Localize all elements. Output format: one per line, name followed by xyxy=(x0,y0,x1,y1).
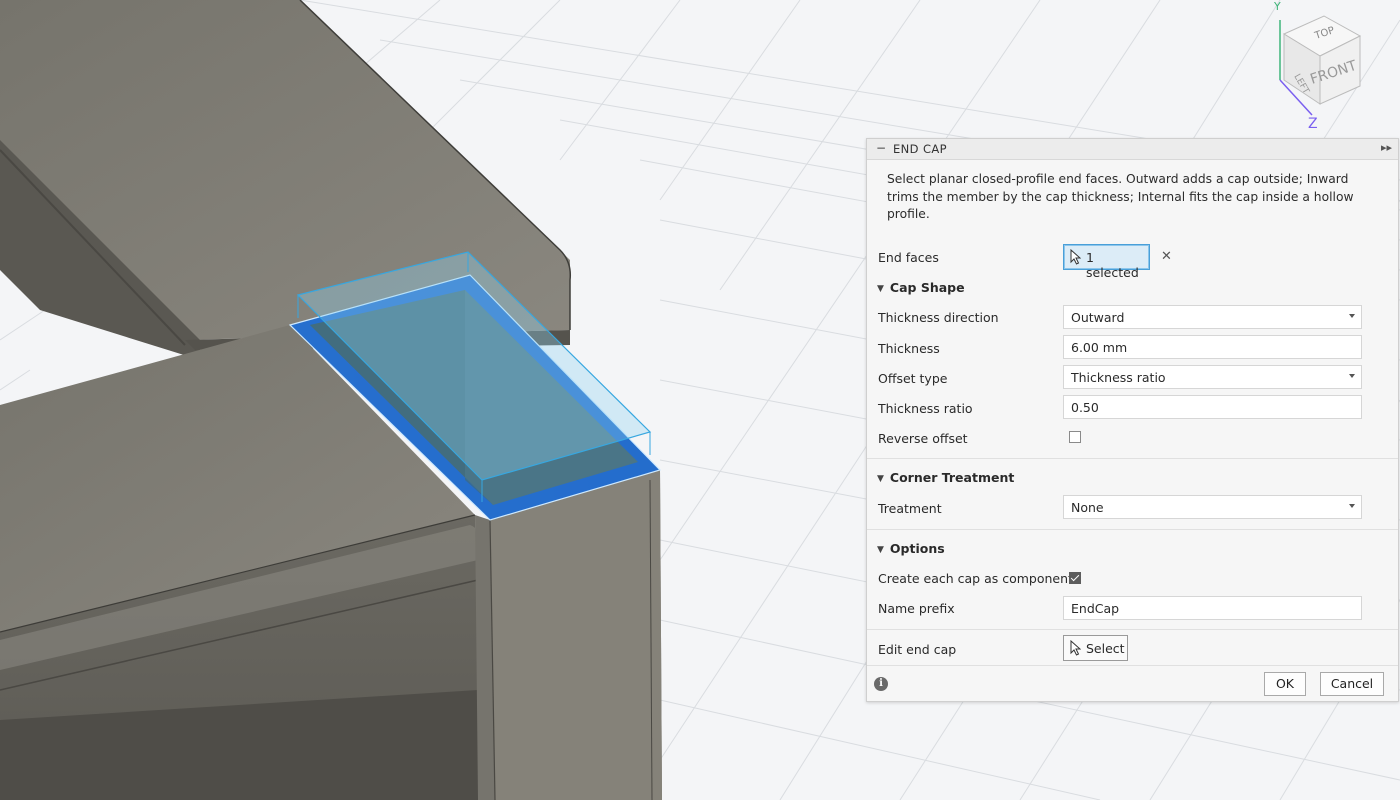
section-corner-treatment[interactable]: ▼ Corner Treatment xyxy=(877,470,1014,485)
thickness-direction-label: Thickness direction xyxy=(878,310,999,325)
name-prefix-input[interactable]: EndCap xyxy=(1063,596,1362,620)
triangle-down-icon: ▼ xyxy=(877,545,884,555)
thickness-label: Thickness xyxy=(878,341,940,356)
end-faces-selection-button[interactable]: 1 selected xyxy=(1063,244,1150,280)
end-cap-dialog: − END CAP ▸▸ Select planar closed-profil… xyxy=(866,138,1399,702)
treatment-value: None xyxy=(1071,500,1104,515)
dialog-title: END CAP xyxy=(893,142,948,156)
dropdown-arrow-icon xyxy=(1349,374,1355,378)
ok-button[interactable]: OK xyxy=(1264,672,1306,696)
y-axis-label: Y xyxy=(1273,0,1281,13)
dropdown-arrow-icon xyxy=(1349,314,1355,318)
edit-end-cap-select-button[interactable]: Select xyxy=(1063,635,1128,661)
z-axis-label: Z xyxy=(1308,116,1318,132)
offset-type-label: Offset type xyxy=(878,371,948,386)
thickness-ratio-input[interactable]: 0.50 xyxy=(1063,395,1362,419)
thickness-ratio-value: 0.50 xyxy=(1071,400,1099,415)
info-icon[interactable]: i xyxy=(874,677,888,691)
divider xyxy=(867,529,1398,530)
offset-type-value: Thickness ratio xyxy=(1071,370,1166,385)
end-faces-value: 1 selected xyxy=(1086,250,1139,280)
section-cap-shape[interactable]: ▼ Cap Shape xyxy=(877,280,965,295)
cap-shape-header: Cap Shape xyxy=(889,280,965,295)
thickness-direction-value: Outward xyxy=(1071,310,1125,325)
name-prefix-label: Name prefix xyxy=(878,601,955,616)
divider xyxy=(867,458,1398,459)
offset-type-dropdown[interactable]: Thickness ratio xyxy=(1063,365,1362,389)
treatment-label: Treatment xyxy=(878,501,942,516)
dialog-header: − END CAP ▸▸ xyxy=(867,139,1398,160)
name-prefix-value: EndCap xyxy=(1071,601,1120,616)
cursor-icon xyxy=(1070,248,1082,268)
triangle-down-icon: ▼ xyxy=(877,284,884,294)
create-component-label: Create each cap as component xyxy=(878,571,1073,586)
section-options[interactable]: ▼ Options xyxy=(877,541,945,556)
treatment-dropdown[interactable]: None xyxy=(1063,495,1362,519)
edit-end-cap-label: Edit end cap xyxy=(878,642,957,657)
create-component-checkbox[interactable] xyxy=(1069,572,1081,584)
edit-end-cap-button-label: Select xyxy=(1086,641,1125,656)
thickness-value: 6.00 mm xyxy=(1071,340,1128,355)
expand-icon[interactable]: ▸▸ xyxy=(1381,141,1392,154)
reverse-offset-label: Reverse offset xyxy=(878,431,968,446)
collapse-icon[interactable]: − xyxy=(876,141,886,155)
divider xyxy=(867,629,1398,630)
end-faces-label: End faces xyxy=(878,250,939,265)
cursor-icon xyxy=(1070,639,1082,659)
thickness-ratio-label: Thickness ratio xyxy=(878,401,973,416)
triangle-down-icon: ▼ xyxy=(877,474,884,484)
thickness-direction-dropdown[interactable]: Outward xyxy=(1063,305,1362,329)
viewcube[interactable]: Y Z TOP FRONT LEFT xyxy=(1262,0,1382,132)
dropdown-arrow-icon xyxy=(1349,504,1355,508)
reverse-offset-checkbox[interactable] xyxy=(1069,431,1081,443)
cancel-button[interactable]: Cancel xyxy=(1320,672,1384,696)
options-header: Options xyxy=(889,541,945,556)
corner-treatment-header: Corner Treatment xyxy=(889,470,1015,485)
dialog-description: Select planar closed-profile end faces. … xyxy=(887,172,1354,221)
clear-selection-icon[interactable]: ✕ xyxy=(1161,249,1172,264)
divider xyxy=(867,665,1398,666)
thickness-input[interactable]: 6.00 mm xyxy=(1063,335,1362,359)
